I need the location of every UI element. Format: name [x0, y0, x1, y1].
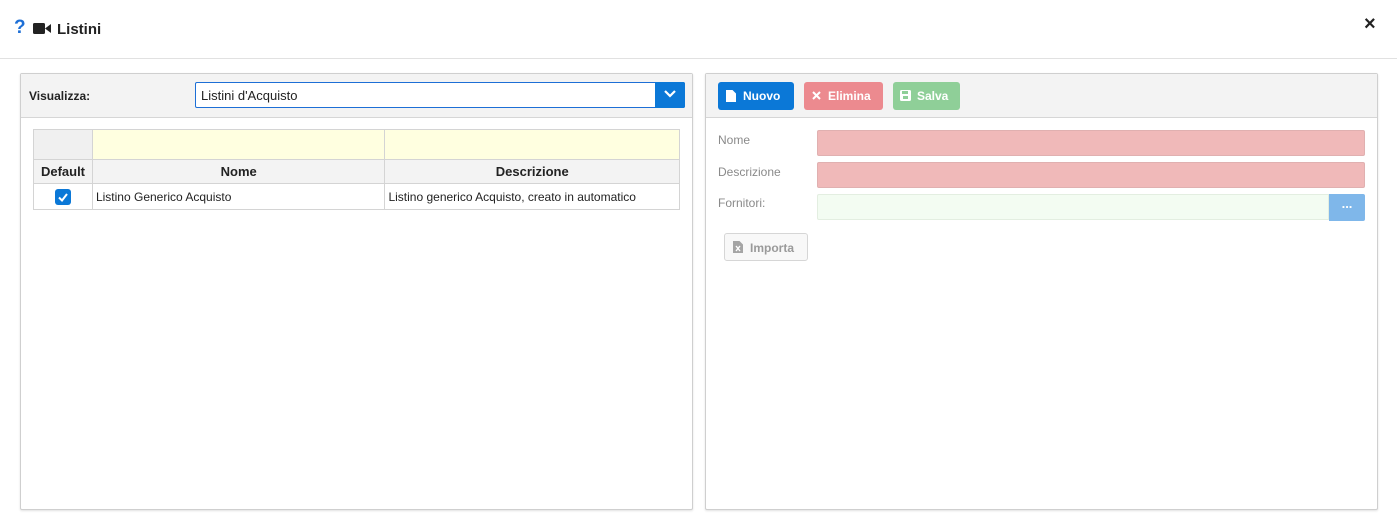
- visualizza-select[interactable]: Listini d'Acquisto: [195, 82, 685, 108]
- dialog-header: ? Listini ×: [0, 0, 1397, 59]
- fornitori-browse-button[interactable]: ...: [1329, 194, 1365, 221]
- question-icon[interactable]: ?: [14, 18, 26, 38]
- fornitori-field[interactable]: [817, 194, 1329, 220]
- dialog-title: Listini: [57, 21, 102, 38]
- descrizione-cell: Listino generico Acquisto, creato in aut…: [384, 183, 680, 210]
- descrizione-field[interactable]: [817, 162, 1365, 188]
- detail-toolbar: Nuovo Elimina Salva: [706, 74, 1377, 118]
- filter-cell-default: [33, 129, 93, 160]
- fornitori-label: Fornitori:: [718, 196, 766, 210]
- default-checkbox[interactable]: [54, 188, 71, 205]
- column-header-default[interactable]: Default: [33, 159, 93, 184]
- listino-detail-panel: Nuovo Elimina Salva Nome Descrizione For…: [705, 73, 1378, 510]
- descrizione-label: Descrizione: [718, 165, 781, 179]
- nome-cell: Listino Generico Acquisto: [91, 183, 386, 210]
- grid-header-row: Default Nome Descrizione: [33, 159, 680, 184]
- default-cell: [33, 183, 93, 210]
- visualizza-label: Visualizza:: [29, 89, 91, 103]
- elimina-label: Elimina: [828, 89, 871, 103]
- filter-bar: Visualizza: Listini d'Acquisto: [21, 74, 692, 118]
- video-camera-icon[interactable]: [33, 23, 51, 34]
- nome-label: Nome: [718, 133, 751, 147]
- chevron-down-icon[interactable]: [655, 82, 685, 108]
- column-header-descrizione[interactable]: Descrizione: [384, 159, 680, 184]
- grid-filter-row: [33, 129, 680, 160]
- importa-label: Importa: [750, 241, 795, 255]
- listini-grid: Default Nome Descrizione Listino Generic…: [33, 129, 680, 210]
- table-row[interactable]: Listino Generico Acquisto Listino generi…: [33, 183, 680, 210]
- excel-file-icon: [733, 241, 743, 253]
- nome-field[interactable]: [817, 130, 1365, 156]
- salva-label: Salva: [917, 89, 949, 103]
- importa-button[interactable]: Importa: [724, 233, 808, 261]
- visualizza-select-value: Listini d'Acquisto: [201, 88, 298, 103]
- nuovo-label: Nuovo: [743, 89, 781, 103]
- filter-cell-nome[interactable]: [91, 129, 386, 160]
- save-icon: [900, 90, 911, 101]
- filter-cell-descrizione[interactable]: [384, 129, 680, 160]
- nuovo-button[interactable]: Nuovo: [718, 82, 794, 110]
- close-icon: [812, 91, 821, 100]
- salva-button[interactable]: Salva: [893, 82, 960, 110]
- column-header-nome[interactable]: Nome: [91, 159, 386, 184]
- file-icon: [726, 90, 736, 102]
- close-button[interactable]: ×: [1364, 13, 1376, 35]
- listini-list-panel: Visualizza: Listini d'Acquisto Default N…: [20, 73, 693, 510]
- elimina-button[interactable]: Elimina: [804, 82, 883, 110]
